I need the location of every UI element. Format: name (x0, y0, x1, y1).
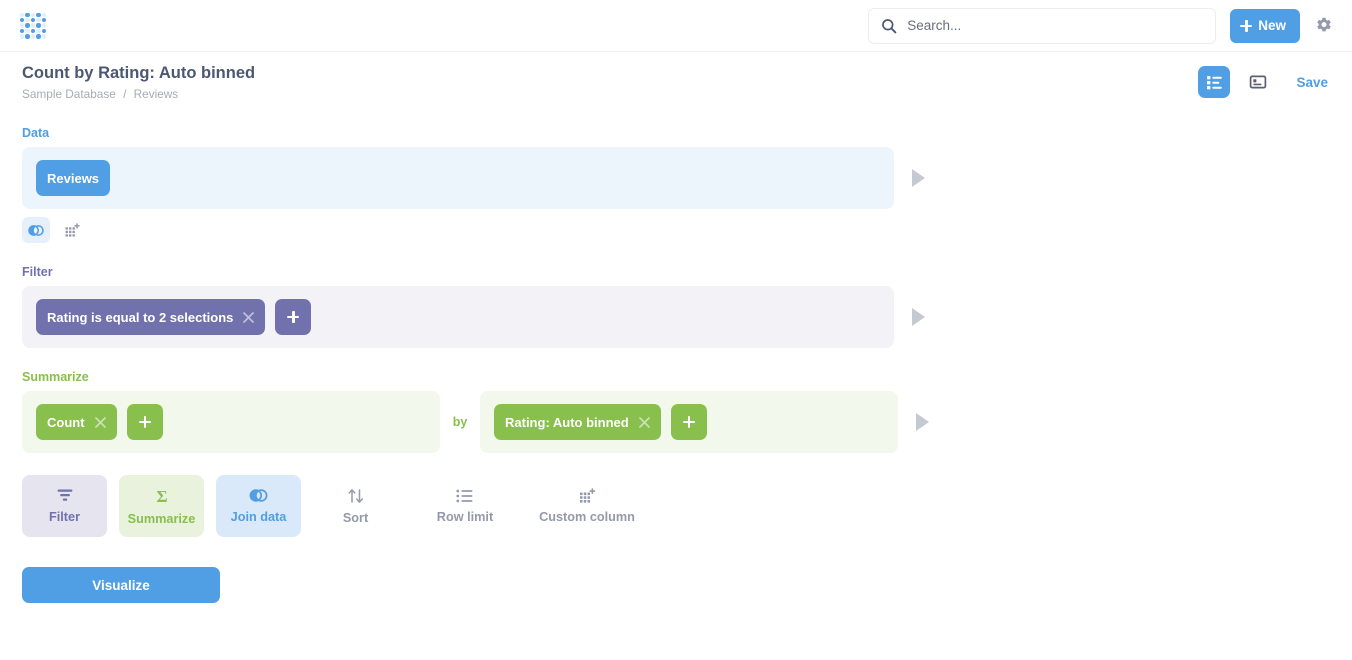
add-custom-column-step-button[interactable]: Custom column (532, 475, 642, 537)
summarize-breakout-panel: Rating: Auto binned (480, 391, 898, 453)
filter-step-preview-button[interactable] (912, 308, 925, 326)
metabase-logo-dots-icon[interactable] (20, 12, 46, 39)
add-summarize-step-button[interactable]: Σ Summarize (119, 475, 204, 537)
filter-step-panel: Rating is equal to 2 selections (22, 286, 894, 348)
summarize-aggregation-panel: Count (22, 391, 440, 453)
visualization-icon (1250, 75, 1267, 89)
custom-column-icon (579, 488, 595, 503)
add-join-step-button[interactable]: Join data (216, 475, 301, 537)
aggregation-label: Count (47, 414, 85, 430)
add-filter-step-label: Filter (48, 510, 81, 524)
custom-column-icon (65, 223, 80, 237)
data-source-label: Reviews (47, 170, 100, 186)
new-button[interactable]: New (1230, 8, 1300, 43)
data-step-sub-actions (22, 217, 1352, 243)
visualization-toggle[interactable] (1242, 66, 1274, 98)
question-header-actions: Save (1198, 66, 1332, 98)
breadcrumb-table[interactable]: Reviews (134, 87, 179, 101)
visualize-button[interactable]: Visualize (22, 567, 220, 603)
filter-clause-pill[interactable]: Rating is equal to 2 selections (36, 299, 266, 335)
notebook-step-data: Data Reviews (22, 126, 1352, 243)
add-row-limit-step-button[interactable]: Row limit (410, 475, 520, 537)
join-circles-icon (28, 224, 44, 236)
summarize-step-label: Summarize (22, 370, 89, 384)
plus-icon (287, 311, 300, 323)
add-row-limit-step-label: Row limit (436, 509, 494, 524)
custom-column-shortcut-button[interactable] (58, 217, 86, 243)
sigma-icon: Σ (156, 487, 167, 505)
summarize-step-preview-button[interactable] (916, 413, 929, 431)
notebook-editor-toggle[interactable] (1198, 66, 1231, 98)
search-icon (882, 18, 897, 33)
new-button-label: New (1258, 18, 1286, 33)
search-input[interactable] (907, 18, 1204, 33)
notebook-editor-icon (1206, 75, 1222, 89)
funnel-icon (57, 489, 72, 501)
question-title-block: Count by Rating: Auto binned Sample Data… (22, 63, 255, 101)
notebook-step-summarize: Summarize Count by Rating: Auto binned (22, 370, 1352, 453)
add-sort-step-label: Sort (342, 510, 369, 525)
data-step-preview-button[interactable] (912, 169, 925, 187)
data-source-pill[interactable]: Reviews (36, 160, 111, 196)
add-sort-step-button[interactable]: Sort (313, 475, 398, 537)
add-aggregation-button[interactable] (126, 404, 163, 440)
breadcrumb: Sample Database / Reviews (22, 87, 255, 101)
page-title: Count by Rating: Auto binned (22, 63, 256, 82)
plus-icon (682, 416, 695, 428)
filter-clause-label: Rating is equal to 2 selections (47, 309, 234, 325)
question-header: Count by Rating: Auto binned Sample Data… (0, 52, 1352, 112)
add-filter-step-button[interactable]: Filter (22, 475, 107, 537)
add-filter-button[interactable] (275, 299, 312, 335)
data-step-panel: Reviews (22, 147, 894, 209)
search-box[interactable] (868, 7, 1217, 44)
svg-text:Σ: Σ (156, 487, 167, 505)
remove-breakout-icon[interactable] (638, 416, 650, 428)
gear-icon[interactable] (1314, 16, 1334, 36)
remove-aggregation-icon[interactable] (94, 416, 106, 428)
join-data-shortcut-button[interactable] (22, 217, 50, 243)
notebook-editor: Data Reviews Filter Rating is equal to 2… (0, 112, 1352, 603)
add-custom-column-step-label: Custom column (539, 510, 635, 524)
breakout-pill[interactable]: Rating: Auto binned (494, 404, 661, 440)
breadcrumb-separator: / (123, 87, 127, 102)
data-step-label: Data (22, 126, 50, 140)
top-nav-right-cluster: New (868, 7, 1334, 44)
top-navigation-bar: New (0, 0, 1352, 52)
join-circles-icon (249, 489, 268, 502)
notebook-step-filter: Filter Rating is equal to 2 selections (22, 265, 1352, 348)
add-breakout-button[interactable] (670, 404, 707, 440)
notebook-action-buttons: Filter Σ Summarize Join data Sort Row li… (22, 475, 1352, 537)
add-join-step-label: Join data (230, 510, 287, 524)
aggregation-pill[interactable]: Count (36, 404, 117, 440)
list-icon (456, 489, 473, 502)
summarize-by-label: by (452, 415, 468, 429)
save-button[interactable]: Save (1296, 75, 1328, 90)
sort-arrows-icon (347, 488, 363, 503)
breadcrumb-database[interactable]: Sample Database (22, 87, 116, 101)
remove-filter-icon[interactable] (243, 311, 255, 323)
breakout-label: Rating: Auto binned (505, 414, 629, 430)
filter-step-label: Filter (22, 265, 53, 279)
plus-icon (138, 416, 151, 428)
plus-icon (1240, 19, 1253, 32)
add-summarize-step-label: Summarize (127, 511, 196, 526)
